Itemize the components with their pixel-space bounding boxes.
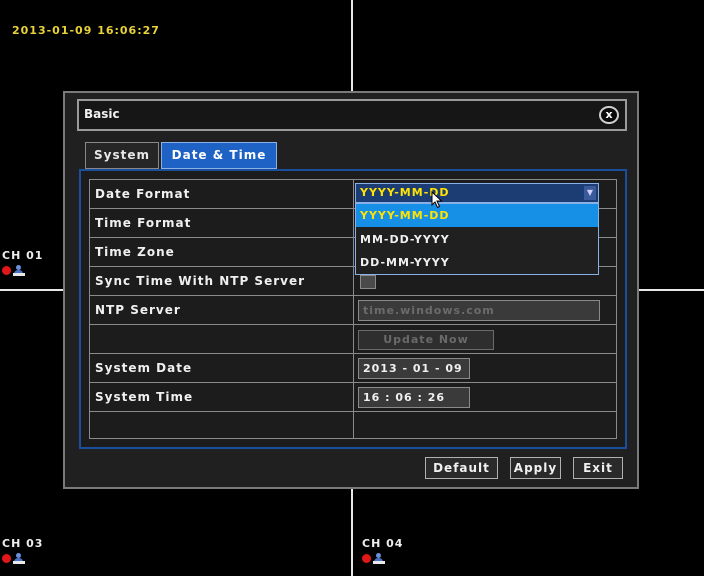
date-format-select[interactable]: YYYY-MM-DD ▼ bbox=[355, 183, 599, 203]
ntp-server-input[interactable]: time.windows.com bbox=[358, 300, 600, 321]
system-time-label: System Time bbox=[95, 390, 194, 404]
system-time-value: 16 : 06 : 26 bbox=[363, 391, 446, 404]
record-dot-icon bbox=[2, 554, 11, 563]
channel-04-label: CH 04 bbox=[362, 537, 404, 550]
time-format-label: Time Format bbox=[95, 216, 192, 230]
ntp-server-value: time.windows.com bbox=[363, 304, 495, 317]
ntp-sync-label: Sync Time With NTP Server bbox=[95, 274, 306, 288]
date-format-options-list: YYYY-MM-DD MM-DD-YYYY DD-MM-YYYY bbox=[355, 203, 599, 275]
tab-date-time[interactable]: Date & Time bbox=[161, 142, 277, 169]
system-date-label: System Date bbox=[95, 361, 193, 375]
default-button[interactable]: Default bbox=[425, 457, 498, 479]
update-now-button[interactable]: Update Now bbox=[358, 330, 494, 350]
row-system-date: System Date 2013 - 01 - 09 bbox=[90, 354, 616, 383]
mouse-cursor-icon bbox=[431, 191, 443, 209]
dialog-title: Basic bbox=[84, 107, 120, 121]
ntp-server-label: NTP Server bbox=[95, 303, 181, 317]
exit-button[interactable]: Exit bbox=[573, 457, 623, 479]
user-icon bbox=[13, 553, 25, 564]
date-format-option-dd-mm-yyyy[interactable]: DD-MM-YYYY bbox=[356, 251, 598, 274]
row-empty bbox=[90, 412, 616, 441]
channel-03-status bbox=[2, 553, 43, 564]
channel-01-status bbox=[2, 265, 43, 276]
tab-system[interactable]: System bbox=[85, 142, 159, 169]
apply-button[interactable]: Apply bbox=[510, 457, 561, 479]
system-date-value: 2013 - 01 - 09 bbox=[363, 362, 463, 375]
quad-divider-vertical-bottom bbox=[351, 489, 353, 576]
channel-01-overlay[interactable]: CH 01 bbox=[2, 249, 43, 276]
date-format-label: Date Format bbox=[95, 187, 191, 201]
record-dot-icon bbox=[362, 554, 371, 563]
quad-divider-vertical-top bbox=[351, 0, 353, 91]
basic-settings-dialog: Basic x System Date & Time Date Format T… bbox=[63, 91, 639, 489]
row-system-time: System Time 16 : 06 : 26 bbox=[90, 383, 616, 412]
date-format-option-mm-dd-yyyy[interactable]: MM-DD-YYYY bbox=[356, 228, 598, 251]
row-ntp-server: NTP Server time.windows.com bbox=[90, 296, 616, 325]
channel-01-label: CH 01 bbox=[2, 249, 44, 262]
channel-04-overlay[interactable]: CH 04 bbox=[362, 537, 403, 564]
system-date-input[interactable]: 2013 - 01 - 09 bbox=[358, 358, 470, 379]
channel-03-overlay[interactable]: CH 03 bbox=[2, 537, 43, 564]
date-format-option-yyyy-mm-dd[interactable]: YYYY-MM-DD bbox=[356, 204, 598, 227]
time-zone-label: Time Zone bbox=[95, 245, 175, 259]
channel-04-status bbox=[362, 553, 403, 564]
osd-datetime: 2013-01-09 16:06:27 bbox=[12, 24, 160, 37]
row-update-now: Update Now bbox=[90, 325, 616, 354]
quad-divider-horizontal-left bbox=[0, 289, 63, 291]
record-dot-icon bbox=[2, 266, 11, 275]
quad-divider-horizontal-right bbox=[639, 289, 704, 291]
ntp-sync-checkbox[interactable] bbox=[360, 275, 376, 289]
close-icon[interactable]: x bbox=[599, 106, 619, 124]
chevron-down-icon[interactable]: ▼ bbox=[584, 186, 596, 200]
user-icon bbox=[373, 553, 385, 564]
channel-03-label: CH 03 bbox=[2, 537, 44, 550]
system-time-input[interactable]: 16 : 06 : 26 bbox=[358, 387, 470, 408]
user-icon bbox=[13, 265, 25, 276]
dialog-titlebar: Basic x bbox=[77, 99, 627, 131]
